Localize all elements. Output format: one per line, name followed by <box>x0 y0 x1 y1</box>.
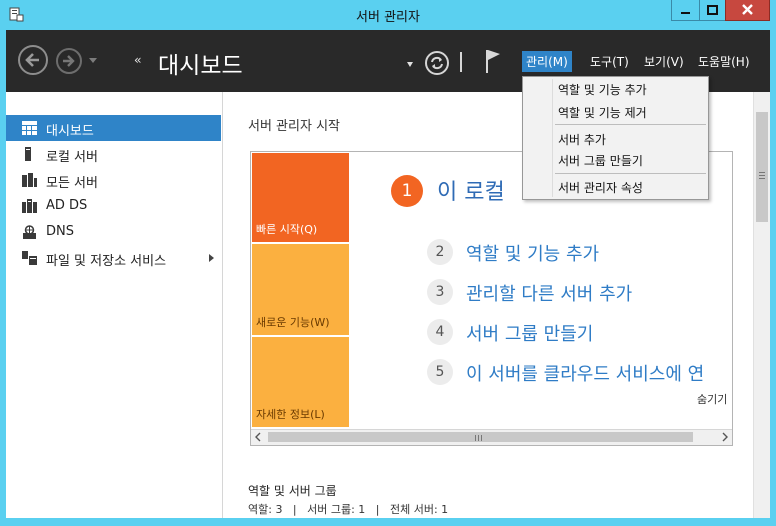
menu-icon-gutter <box>552 79 553 197</box>
hide-link[interactable]: 숨기기 <box>697 391 727 407</box>
maximize-icon <box>707 5 718 15</box>
tile-learn-more[interactable]: 자세한 정보(L) <box>252 337 349 427</box>
menu-separator <box>555 124 706 125</box>
grip-icon <box>759 172 765 179</box>
flag-icon[interactable] <box>484 48 502 74</box>
sidebar-item-all-servers[interactable]: 모든 서버 <box>6 167 221 193</box>
tile-label: 새로운 기능(W) <box>256 316 330 329</box>
sidebar: 대시보드 로컬 서버 모든 서버 AD DS DNS 파일 및 저장소 서비스 <box>6 92 223 518</box>
sidebar-item-ad-ds[interactable]: AD DS <box>6 193 221 219</box>
step-link-cloud[interactable]: 이 서버를 클라우드 서비스에 연 <box>466 360 704 386</box>
sidebar-item-label: 모든 서버 <box>46 176 98 191</box>
file-storage-icon <box>22 251 37 265</box>
title-bar[interactable]: 서버 관리자 <box>0 0 776 30</box>
page-title: 대시보드 <box>158 53 243 79</box>
sidebar-item-label: 로컬 서버 <box>46 150 98 165</box>
step-number-badge: 1 <box>391 175 423 207</box>
forward-arrow-icon <box>63 55 75 67</box>
tile-whats-new[interactable]: 새로운 기능(W) <box>252 244 349 335</box>
refresh-button[interactable] <box>425 51 449 75</box>
step-number-badge: 4 <box>427 319 453 345</box>
step-number-badge: 5 <box>427 359 453 385</box>
manage-dropdown-menu: 역할 및 기능 추가 역할 및 기능 제거 서버 추가 서버 그룹 만들기 서버… <box>522 76 709 200</box>
breadcrumb-dropdown-icon[interactable] <box>407 62 413 67</box>
dns-icon <box>23 225 36 239</box>
menu-view[interactable]: 보기(V) <box>644 53 684 70</box>
history-dropdown-icon[interactable] <box>89 58 97 63</box>
step-link-add-roles[interactable]: 역할 및 기능 추가 <box>466 240 599 266</box>
vertical-scrollbar[interactable] <box>753 92 770 518</box>
menu-item-add-servers[interactable]: 서버 추가 <box>558 131 606 148</box>
tile-label: 빠른 시작(Q) <box>256 223 318 236</box>
menu-tools[interactable]: 도구(T) <box>590 53 629 70</box>
step-link-configure-local[interactable]: 이 로컬 <box>437 174 505 206</box>
tile-quick-start[interactable]: 빠른 시작(Q) <box>252 153 349 242</box>
back-arrow-icon <box>25 53 39 67</box>
forward-button[interactable] <box>56 48 82 74</box>
maximize-button[interactable] <box>699 0 726 21</box>
close-button[interactable] <box>725 0 770 21</box>
scrollbar-thumb[interactable] <box>268 432 693 442</box>
server-icon <box>25 147 31 161</box>
menu-help[interactable]: 도움말(H) <box>698 53 750 70</box>
close-icon <box>742 4 753 15</box>
sidebar-item-dns[interactable]: DNS <box>6 219 221 245</box>
menu-item-add-roles[interactable]: 역할 및 기능 추가 <box>558 81 647 98</box>
grip-icon <box>475 435 482 441</box>
window-title: 서버 관리자 <box>356 10 420 25</box>
ad-ds-icon <box>22 199 37 213</box>
submenu-arrow-icon[interactable] <box>209 254 214 262</box>
sidebar-item-label: AD DS <box>46 198 88 213</box>
scrollbar-thumb[interactable] <box>756 112 768 222</box>
menu-item-create-server-group[interactable]: 서버 그룹 만들기 <box>558 152 643 169</box>
scroll-left-icon[interactable] <box>253 432 263 442</box>
server-manager-window: 서버 관리자 ‹‹ 대시보드 관리(M) 도구(T) 보기(V) 도움말(H) … <box>0 0 776 526</box>
sidebar-item-dashboard[interactable]: 대시보드 <box>6 115 221 141</box>
menu-separator <box>555 173 706 174</box>
step-number-badge: 2 <box>427 239 453 265</box>
minimize-button[interactable] <box>671 0 700 21</box>
dashboard-icon <box>22 121 37 135</box>
sidebar-item-local-server[interactable]: 로컬 서버 <box>6 141 221 167</box>
sidebar-item-label: DNS <box>46 224 74 239</box>
menu-item-properties[interactable]: 서버 관리자 속성 <box>558 179 643 196</box>
roles-summary: 역할: 3 | 서버 그룹: 1 | 전체 서버: 1 <box>248 503 449 516</box>
roles-section-title: 역할 및 서버 그룹 <box>248 484 337 498</box>
toolbar-separator <box>460 52 462 72</box>
menu-manage[interactable]: 관리(M) <box>522 51 572 72</box>
horizontal-scrollbar[interactable] <box>251 429 732 445</box>
step-number-badge: 3 <box>427 279 453 305</box>
step-link-add-servers[interactable]: 관리할 다른 서버 추가 <box>466 280 632 306</box>
tile-label: 자세한 정보(L) <box>256 408 325 421</box>
refresh-icon <box>431 56 443 70</box>
section-title: 서버 관리자 시작 <box>248 119 340 134</box>
back-button[interactable] <box>18 45 48 75</box>
sidebar-item-label: 대시보드 <box>46 124 94 139</box>
breadcrumb-arrows: ‹‹ <box>134 53 141 67</box>
scroll-right-icon[interactable] <box>720 432 730 442</box>
step-link-create-group[interactable]: 서버 그룹 만들기 <box>466 320 593 346</box>
minimize-icon <box>681 12 690 14</box>
sidebar-item-file-storage[interactable]: 파일 및 저장소 서비스 <box>6 245 221 271</box>
menu-item-remove-roles[interactable]: 역할 및 기능 제거 <box>558 104 647 121</box>
sidebar-item-label: 파일 및 저장소 서비스 <box>46 254 167 269</box>
servers-icon <box>22 173 37 187</box>
